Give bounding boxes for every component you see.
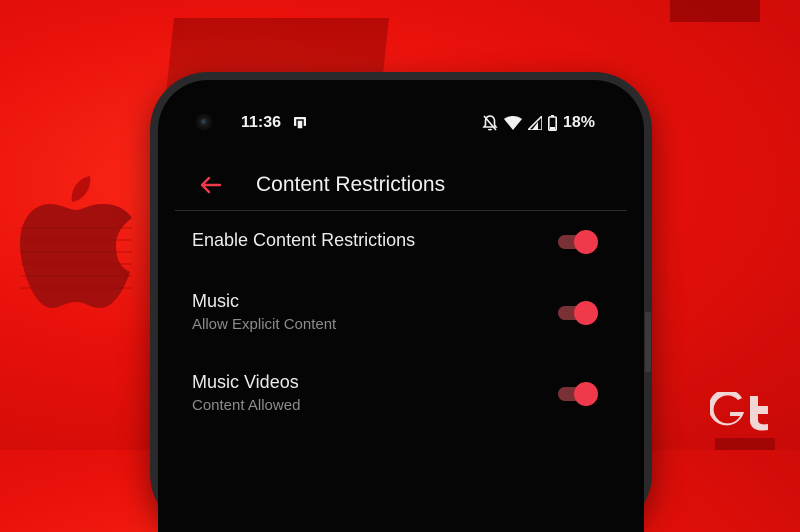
status-icons: 18% [482,113,595,133]
enable-content-restrictions-toggle[interactable] [558,230,598,254]
back-button[interactable] [196,170,226,200]
phone-screen: 11:36 18% Content Restrictions Enable Co… [158,80,644,532]
music-toggle[interactable] [558,301,598,325]
status-time: 11:36 [241,114,282,131]
cell-signal-icon [528,116,542,130]
battery-icon [548,115,557,131]
page-title: Content Restrictions [256,173,446,196]
setting-subtitle: Allow Explicit Content [192,316,337,333]
phone-side-button [645,312,651,372]
toggle-knob [574,230,598,254]
background-shape-bottom-right [715,438,775,450]
toggle-knob [574,301,598,325]
apple-logo [20,176,132,308]
battery-percent: 18% [563,114,596,131]
phone-frame: 11:36 18% Content Restrictions Enable Co… [150,72,652,532]
setting-row-enable-content-restrictions[interactable]: Enable Content Restrictions [192,230,614,270]
setting-title: Enable Content Restrictions [192,230,416,250]
front-camera [196,114,212,130]
bell-off-icon [482,115,498,131]
setting-row-music-videos[interactable]: Music Videos Content Allowed [192,372,614,422]
wifi-icon [504,116,522,130]
setting-subtitle: Content Allowed [192,397,301,414]
setting-row-music[interactable]: Music Allow Explicit Content [192,291,614,341]
setting-title: Music Videos [192,372,299,392]
background-shape-top-right [670,0,760,22]
setting-title: Music [192,291,240,311]
arrow-left-icon [200,176,222,194]
app-bar-divider [175,210,627,211]
gt-logo [710,392,768,431]
toggle-knob [574,382,598,406]
notification-app-icon [294,117,306,130]
music-videos-toggle[interactable] [558,382,598,406]
